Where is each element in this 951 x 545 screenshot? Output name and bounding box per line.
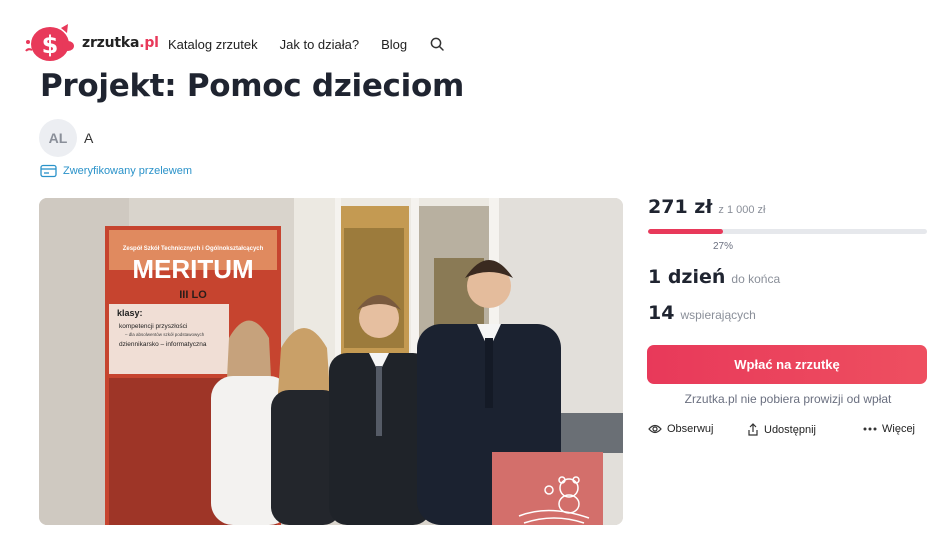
days-left: 1 dzień do końca bbox=[648, 266, 780, 288]
share-button[interactable]: Udostępnij bbox=[747, 423, 816, 436]
share-icon bbox=[748, 423, 758, 436]
collected-amount: 271 zł bbox=[648, 196, 713, 218]
more-button[interactable]: Więcej bbox=[863, 423, 915, 435]
progress-bar-fill bbox=[648, 229, 724, 234]
watch-button[interactable]: Obserwuj bbox=[648, 423, 713, 435]
progress-percent: 27% bbox=[713, 241, 734, 252]
days-left-label: do końca bbox=[731, 272, 781, 286]
banner-sub-text: III LO bbox=[179, 289, 207, 301]
banner-small-text: Zespół Szkół Technicznych i Ogólnokształ… bbox=[123, 246, 264, 252]
author-name[interactable]: A bbox=[84, 130, 93, 146]
share-label: Udostępnij bbox=[764, 423, 816, 436]
main-nav: Katalog zrzutek Jak to działa? Blog bbox=[168, 36, 445, 52]
logo-text: zrzutka.pl bbox=[82, 35, 159, 51]
page-title: Projekt: Pomoc dzieciom bbox=[40, 68, 464, 104]
piggy-logo-icon: $ bbox=[25, 24, 74, 61]
banner-big-text: MERITUM bbox=[132, 254, 253, 284]
nav-blog-link[interactable]: Blog bbox=[381, 37, 407, 52]
banner-item2-text: dziennikarsko – informatyczna bbox=[119, 341, 207, 348]
id-card-icon bbox=[40, 164, 57, 178]
more-label: Więcej bbox=[882, 423, 916, 435]
no-fee-note: Zrzutka.pl nie pobiera prowizji od wpłat bbox=[684, 392, 892, 406]
search-icon[interactable] bbox=[429, 36, 445, 52]
verified-badge: Zweryfikowany przelewem bbox=[40, 164, 192, 178]
logo-link[interactable]: $ zrzutka.pl bbox=[20, 20, 159, 66]
amount-row: 271 zł z 1 000 zł bbox=[648, 196, 928, 218]
nav-catalog-link[interactable]: Katalog zrzutek bbox=[168, 37, 258, 52]
goal-amount: z 1 000 zł bbox=[718, 204, 766, 216]
days-left-value: 1 dzień bbox=[648, 266, 726, 288]
project-photo-illustration: Zespół Szkół Technicznych i Ogólnokształ… bbox=[39, 198, 623, 525]
funding-panel: 271 zł z 1 000 zł 27% 1 dzień do końca 1… bbox=[647, 196, 928, 436]
verified-text: Zweryfikowany przelewem bbox=[63, 165, 192, 177]
action-bar: Obserwuj Udostępnij Więcej bbox=[648, 423, 928, 439]
svg-text:$: $ bbox=[42, 31, 59, 59]
project-photo[interactable]: Zespół Szkół Technicznych i Ogólnokształ… bbox=[39, 198, 623, 525]
more-dots-icon bbox=[863, 427, 877, 431]
supporters-value: 14 bbox=[648, 302, 675, 324]
progress-bar bbox=[648, 229, 927, 234]
eye-icon bbox=[648, 424, 662, 434]
nav-how-it-works-link[interactable]: Jak to działa? bbox=[280, 37, 360, 52]
author-avatar[interactable]: AL bbox=[39, 119, 77, 157]
watch-label: Obserwuj bbox=[667, 423, 714, 435]
banner-item1b-text: – dla absolwentów szkół podstawowych bbox=[125, 332, 205, 337]
donate-button[interactable]: Wpłać na zrzutkę bbox=[647, 345, 927, 384]
banner-klasy-text: klasy: bbox=[117, 308, 143, 318]
banner-item1-text: kompetencji przyszłości bbox=[119, 323, 187, 330]
supporters-label: wspierających bbox=[680, 308, 756, 322]
supporters-count: 14 wspierających bbox=[648, 302, 756, 324]
